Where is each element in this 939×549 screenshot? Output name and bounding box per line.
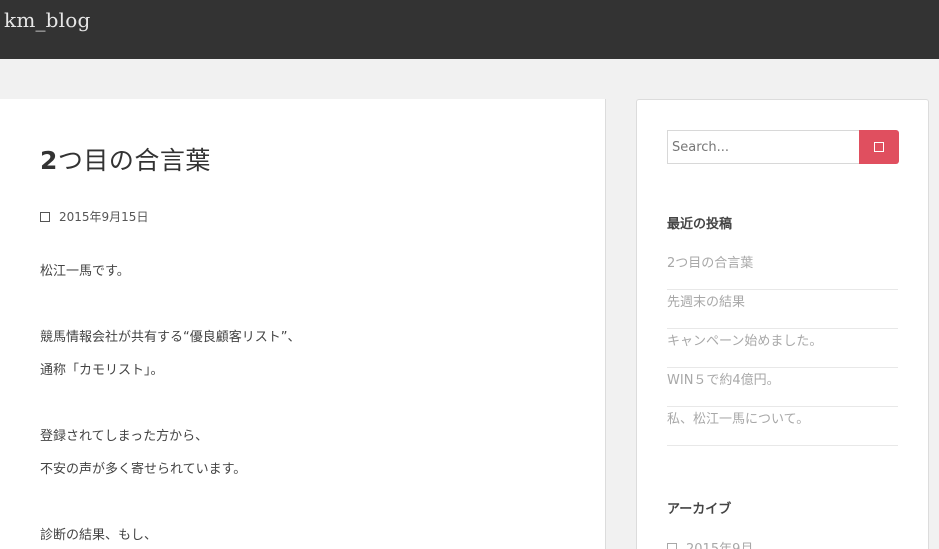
recent-post-link[interactable]: WIN５で約4億円。 xyxy=(667,373,780,388)
list-item: 私、松江一馬について。 xyxy=(667,407,898,446)
archive-title: アーカイブ xyxy=(667,502,732,517)
calendar-icon xyxy=(667,542,677,549)
post-paragraph: 登録されてしまった方から、 xyxy=(40,429,209,444)
calendar-icon xyxy=(40,211,50,222)
search-form xyxy=(667,130,899,164)
archive-item[interactable]: 2015年9月 xyxy=(667,538,753,549)
list-item: 先週末の結果 xyxy=(667,290,898,329)
post-title-text: つ目の合言葉 xyxy=(57,146,211,175)
search-button[interactable] xyxy=(859,130,899,164)
archive-link[interactable]: 2015年9月 xyxy=(686,538,753,549)
sidebar: 最近の投稿 2つ目の合言葉 先週末の結果 キャンペーン始めました。 WIN５で約… xyxy=(636,99,929,549)
post-paragraph: 診断の結果、もし、 xyxy=(40,528,158,543)
recent-posts-list: 2つ目の合言葉 先週末の結果 キャンペーン始めました。 WIN５で約4億円。 私… xyxy=(667,251,898,446)
post-date[interactable]: 2015年9月15日 xyxy=(59,208,148,225)
post-paragraph: 通称「カモリスト」。 xyxy=(40,363,164,378)
list-item: キャンペーン始めました。 xyxy=(667,329,898,368)
recent-post-link[interactable]: キャンペーン始めました。 xyxy=(667,334,822,349)
search-icon xyxy=(874,142,884,152)
site-title[interactable]: km_blog xyxy=(4,8,91,32)
list-item: 2つ目の合言葉 xyxy=(667,251,898,290)
post-paragraph: 松江一馬です。 xyxy=(40,264,130,279)
post-title-number: 2 xyxy=(40,146,58,175)
post-title[interactable]: 2つ目の合言葉 xyxy=(40,141,211,177)
post-content: 2つ目の合言葉 2015年9月15日 松江一馬です。 競馬情報会社が共有する“優… xyxy=(0,99,606,549)
post-paragraph: 不安の声が多く寄せられています。 xyxy=(40,462,247,477)
recent-post-link[interactable]: 2つ目の合言葉 xyxy=(667,256,753,271)
recent-posts-title: 最近の投稿 xyxy=(667,217,733,232)
search-input[interactable] xyxy=(667,130,859,164)
post-meta: 2015年9月15日 xyxy=(40,208,148,225)
post-paragraph: 競馬情報会社が共有する“優良顧客リスト”、 xyxy=(40,330,301,345)
recent-post-link[interactable]: 私、松江一馬について。 xyxy=(667,412,809,427)
list-item: WIN５で約4億円。 xyxy=(667,368,898,407)
top-bar: km_blog xyxy=(0,0,939,59)
recent-post-link[interactable]: 先週末の結果 xyxy=(667,295,745,310)
